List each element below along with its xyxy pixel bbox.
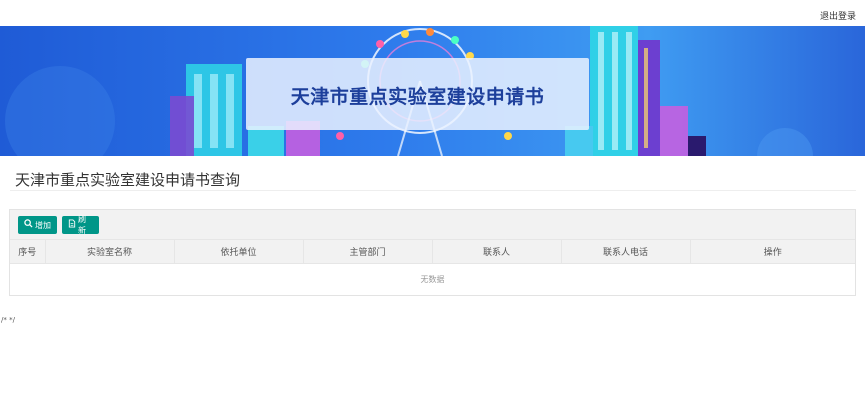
column-header-host-unit[interactable]: 依托单位 (174, 240, 304, 264)
column-header-contact-phone[interactable]: 联系人电话 (561, 240, 691, 264)
toolbar: 增加 刷新 (10, 210, 855, 240)
logout-link[interactable]: 退出登录 (820, 9, 856, 22)
results-table: 序号 实验室名称 依托单位 主管部门 联系人 联系人电话 操作 无数据 (10, 240, 855, 295)
refresh-button[interactable]: 刷新 (62, 215, 99, 235)
add-button[interactable]: 增加 (18, 216, 57, 234)
column-header-index[interactable]: 序号 (10, 240, 46, 264)
title-divider (10, 190, 856, 191)
banner-title-box: 天津市重点实验室建设申请书 (246, 58, 589, 130)
top-bar: 退出登录 (0, 0, 865, 26)
column-header-department[interactable]: 主管部门 (303, 240, 433, 264)
page-title: 天津市重点实验室建设申请书查询 (15, 171, 241, 189)
empty-row: 无数据 (10, 263, 855, 295)
add-button-label: 增加 (35, 220, 51, 230)
column-header-contact[interactable]: 联系人 (432, 240, 562, 264)
refresh-button-label: 刷新 (78, 215, 86, 235)
query-panel: 增加 刷新 序号 实验室名称 依托单位 主管部门 联系人 联系人电话 操作 无数… (9, 209, 856, 296)
search-icon (24, 219, 33, 231)
table-header-row: 序号 实验室名称 依托单位 主管部门 联系人 联系人电话 操作 (10, 240, 855, 264)
footer-code-text: /* */ (1, 316, 15, 324)
document-icon (68, 219, 76, 231)
banner-title: 天津市重点实验室建设申请书 (290, 86, 545, 108)
banner: 天津市重点实验室建设申请书 (0, 26, 865, 156)
column-header-actions[interactable]: 操作 (690, 240, 855, 264)
column-header-lab-name[interactable]: 实验室名称 (45, 240, 175, 264)
empty-message: 无数据 (420, 274, 445, 284)
